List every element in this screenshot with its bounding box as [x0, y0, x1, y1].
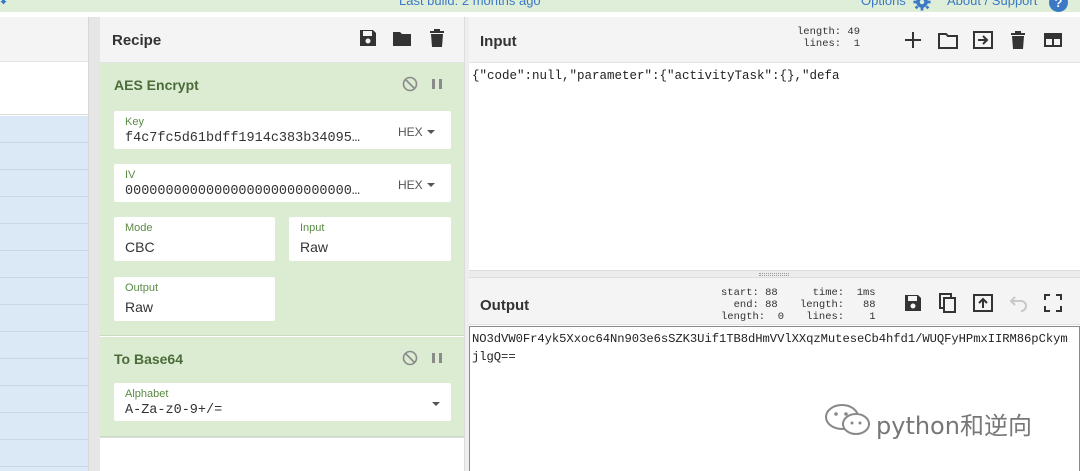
top-banner: ⬇ Last build: 2 months ago Options About…	[0, 0, 1080, 12]
layout-icon[interactable]	[1042, 29, 1064, 51]
input-stats: length: 49 lines: 1	[797, 26, 861, 50]
to-base64-operation[interactable]: To Base64 Alphabet A-Za-z0-9+/=	[100, 337, 464, 437]
operations-search[interactable]	[0, 62, 88, 115]
resize-grip-icon[interactable]	[759, 273, 789, 276]
maximise-icon[interactable]	[1042, 292, 1064, 314]
output-header: Output start: 88 end: 88 length: 0 time:…	[469, 278, 1080, 325]
list-item[interactable]	[0, 413, 88, 440]
recipe-footer	[100, 437, 464, 471]
output-line: jlgQ==	[472, 350, 516, 364]
save-icon[interactable]	[902, 292, 924, 314]
key-label: Key	[125, 116, 144, 128]
copy-icon[interactable]	[937, 292, 959, 314]
input-format-value[interactable]: Raw	[300, 239, 328, 255]
recipe-title: Recipe	[112, 32, 162, 49]
chevron-down-icon	[432, 402, 440, 406]
io-divider[interactable]	[469, 270, 1080, 278]
list-item[interactable]	[0, 305, 88, 332]
disable-icon[interactable]	[402, 76, 418, 92]
output-format-label: Output	[125, 282, 159, 294]
list-item[interactable]	[0, 143, 88, 170]
key-field[interactable]: Key f4c7fc5d61bdff1914c383b34095… HEX	[114, 111, 451, 149]
recipe-header: Recipe	[100, 17, 464, 63]
input-title: Input	[480, 33, 517, 50]
undo-icon[interactable]	[1007, 292, 1029, 314]
mode-field[interactable]: Mode CBC	[114, 217, 275, 261]
list-item[interactable]	[0, 440, 88, 467]
alphabet-label: Alphabet	[125, 388, 169, 400]
iv-field[interactable]: IV 0000000000000000000000000000… HEX	[114, 164, 451, 202]
input-panel: Input length: 49 lines: 1 {"code":null,"…	[469, 17, 1080, 263]
key-format-label: HEX	[398, 125, 423, 139]
mode-label: Mode	[125, 222, 153, 234]
wechat-icon	[825, 404, 870, 435]
input-format-field[interactable]: Input Raw	[289, 217, 451, 261]
output-panel: Output start: 88 end: 88 length: 0 time:…	[469, 278, 1080, 471]
output-text-area[interactable]: NO3dVW0Fr4yk5Xxoc64Nn903e6sSZK3Uif1TB8dH…	[469, 326, 1080, 471]
output-position-stats: start: 88 end: 88 length: 0	[721, 287, 785, 323]
alphabet-field[interactable]: Alphabet A-Za-z0-9+/=	[114, 383, 451, 421]
recipe-panel: Recipe AES Encrypt Key f4c7fc5d61bdff191…	[100, 17, 464, 471]
list-item[interactable]	[0, 224, 88, 251]
aes-encrypt-operation[interactable]: AES Encrypt Key f4c7fc5d61bdff1914c383b3…	[100, 63, 464, 336]
add-icon[interactable]	[902, 29, 924, 51]
trash-icon[interactable]	[426, 27, 448, 49]
operations-panel	[0, 17, 88, 471]
output-line: NO3dVW0Fr4yk5Xxoc64Nn903e6sSZK3Uif1TB8dH…	[472, 332, 1068, 346]
list-item[interactable]	[0, 332, 88, 359]
options-link[interactable]: Options	[861, 0, 906, 8]
operation-name: AES Encrypt	[114, 77, 199, 93]
list-item[interactable]	[0, 251, 88, 278]
list-item[interactable]	[0, 197, 88, 224]
input-format-label: Input	[300, 222, 325, 234]
iv-format-dropdown[interactable]: HEX	[398, 178, 435, 192]
iv-value[interactable]: 0000000000000000000000000000…	[125, 184, 375, 199]
gear-icon[interactable]	[913, 0, 931, 11]
list-item[interactable]	[0, 116, 88, 143]
chevron-down-icon	[426, 130, 435, 134]
open-folder-icon[interactable]	[937, 29, 959, 51]
input-text[interactable]: {"code":null,"parameter":{"activityTask"…	[472, 67, 840, 85]
list-item[interactable]	[0, 386, 88, 413]
key-value[interactable]: f4c7fc5d61bdff1914c383b34095…	[125, 131, 375, 146]
alphabet-dropdown[interactable]	[428, 397, 440, 411]
trash-icon[interactable]	[1007, 29, 1029, 51]
operations-header	[0, 17, 88, 62]
pause-icon[interactable]	[430, 77, 444, 91]
output-format-value[interactable]: Raw	[125, 299, 153, 315]
last-build-text: Last build: 2 months ago	[399, 0, 541, 8]
iv-format-label: HEX	[398, 178, 423, 192]
disable-icon[interactable]	[402, 350, 418, 366]
download-icon[interactable]: ⬇	[0, 0, 12, 7]
pause-icon[interactable]	[430, 351, 444, 365]
replace-input-icon[interactable]	[972, 292, 994, 314]
operations-list	[0, 116, 88, 471]
help-icon[interactable]: ?	[1049, 0, 1068, 12]
watermark-text: python和逆向	[876, 412, 1032, 440]
list-item[interactable]	[0, 278, 88, 305]
iv-label: IV	[125, 169, 136, 181]
save-icon[interactable]	[357, 27, 379, 49]
folder-icon[interactable]	[391, 27, 413, 49]
key-format-dropdown[interactable]: HEX	[398, 125, 435, 139]
list-item[interactable]	[0, 359, 88, 386]
mode-value[interactable]: CBC	[125, 239, 155, 255]
panel-resizer[interactable]	[88, 17, 100, 471]
list-item[interactable]	[0, 170, 88, 197]
output-title: Output	[480, 297, 530, 314]
output-format-field[interactable]: Output Raw	[114, 277, 275, 321]
watermark: python和逆向	[820, 400, 1050, 440]
output-text[interactable]: NO3dVW0Fr4yk5Xxoc64Nn903e6sSZK3Uif1TB8dH…	[472, 330, 1068, 366]
about-support-link[interactable]: About / Support	[947, 0, 1037, 8]
load-file-icon[interactable]	[972, 29, 994, 51]
output-time-stats: time: 1ms length: 88 lines: 1	[800, 287, 876, 323]
input-header: Input length: 49 lines: 1	[469, 17, 1080, 63]
alphabet-value[interactable]: A-Za-z0-9+/=	[125, 403, 222, 418]
operation-name: To Base64	[114, 351, 183, 367]
chevron-down-icon	[426, 183, 435, 187]
